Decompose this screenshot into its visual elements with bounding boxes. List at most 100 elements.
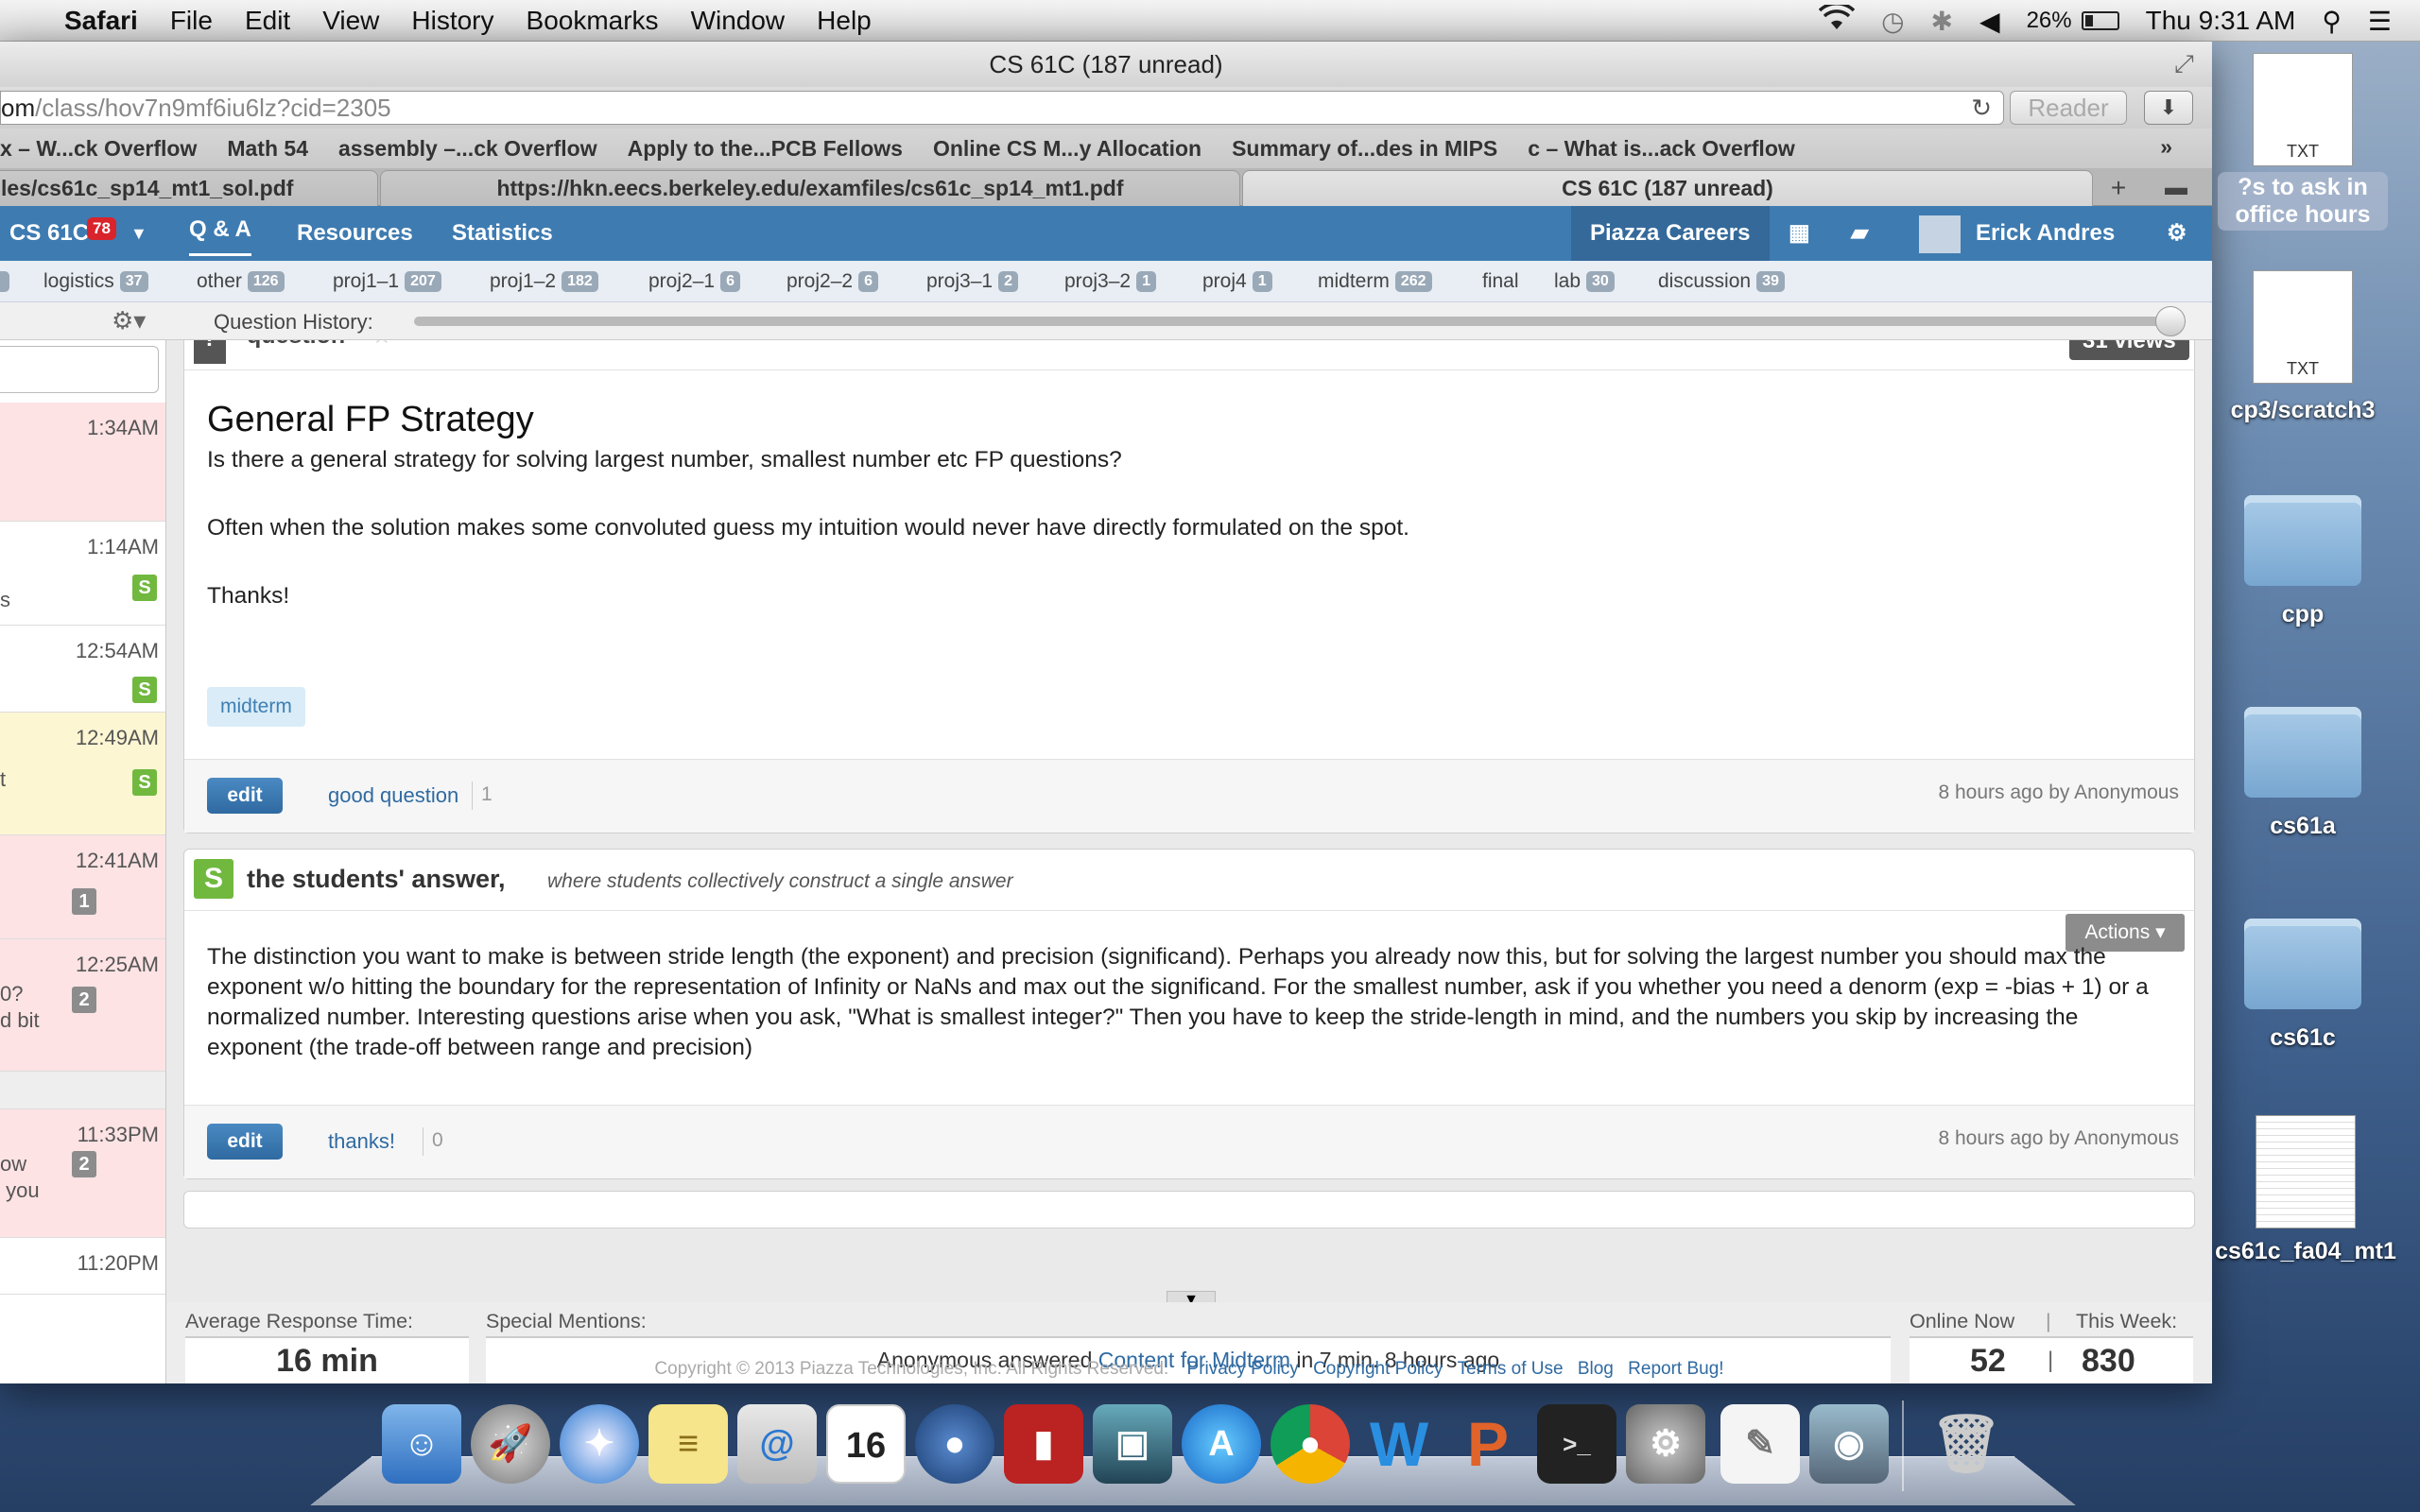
menu-history[interactable]: History <box>411 6 493 36</box>
course-dropdown-icon[interactable]: ▼ <box>130 206 147 261</box>
star-icon[interactable]: ☆ <box>372 340 392 350</box>
filter-final[interactable]: final <box>1482 261 1519 302</box>
facetime-icon[interactable]: ● <box>915 1404 994 1484</box>
chat-icon[interactable]: ▰ <box>1851 206 1868 261</box>
filter-logistics[interactable]: logistics 37 <box>43 261 148 302</box>
notification-center-icon[interactable]: ☰ <box>2368 6 2392 37</box>
photo-booth-icon[interactable]: ▮ <box>1004 1404 1083 1484</box>
good-question-button[interactable]: good question <box>328 783 458 808</box>
trash-icon[interactable]: 🗑 <box>1927 1404 2006 1484</box>
report-bug-link[interactable]: Report Bug! <box>1628 1359 1723 1379</box>
desktop-file-fa04-mt1[interactable]: cs61c_fa04_mt1 <box>2206 1115 2405 1265</box>
tag-midterm[interactable]: midterm <box>207 687 305 727</box>
tab-sol-pdf[interactable]: les/cs61c_sp14_mt1_sol.pdf <box>0 170 378 206</box>
wifi-icon[interactable] <box>1818 1 1856 38</box>
feed-item[interactable]: 12:54AM S <box>0 626 165 713</box>
bookmark-item[interactable]: Online CS M...y Allocation <box>933 136 1201 162</box>
bookmark-item[interactable]: Math 54 <box>227 136 308 162</box>
blog-link[interactable]: Blog <box>1578 1359 1614 1379</box>
nav-statistics[interactable]: Statistics <box>452 206 553 261</box>
bluetooth-icon[interactable]: ✱ <box>1931 6 1953 37</box>
settings-gear-icon[interactable]: ⚙ <box>2167 206 2187 261</box>
question-history-slider-handle[interactable] <box>2155 306 2186 336</box>
tab-exam-pdf[interactable]: https://hkn.eecs.berkeley.edu/examfiles/… <box>380 170 1240 206</box>
feed-item[interactable]: 11:33PM 2 ow you <box>0 1109 165 1238</box>
course-selector[interactable]: CS 61C <box>9 206 89 261</box>
clock[interactable]: Thu 9:31 AM <box>2146 6 2296 36</box>
copyright-policy-link[interactable]: Copyright Policy <box>1313 1359 1443 1379</box>
desktop-folder-cs61c[interactable]: cs61c <box>2218 919 2388 1052</box>
powerpoint-icon[interactable]: P <box>1448 1404 1528 1484</box>
menu-window[interactable]: Window <box>691 6 786 36</box>
feed-settings-gear-icon[interactable]: ⚙▾ <box>112 306 146 335</box>
documents-stack-icon[interactable]: ✎ <box>1720 1404 1800 1484</box>
feed-item[interactable]: 12:25AM 2 0? d bit <box>0 939 165 1072</box>
terminal-icon[interactable]: >_ <box>1537 1404 1616 1484</box>
iphoto-icon[interactable]: ▣ <box>1093 1404 1172 1484</box>
thanks-button[interactable]: thanks! <box>328 1129 395 1154</box>
time-machine-icon[interactable]: ◷ <box>1881 6 1904 37</box>
filter-other[interactable]: other 126 <box>197 261 285 302</box>
chrome-icon[interactable]: ● <box>1270 1404 1350 1484</box>
preview-icon[interactable]: ◉ <box>1809 1404 1889 1484</box>
word-icon[interactable]: W <box>1359 1404 1439 1484</box>
bookmark-item[interactable]: c – What is...ack Overflow <box>1528 136 1795 162</box>
nav-qa[interactable]: Q & A <box>189 206 251 256</box>
volume-icon[interactable]: ◀ <box>1979 6 2000 37</box>
bookmarks-overflow-icon[interactable]: » <box>2160 134 2172 160</box>
filter-proj4[interactable]: proj4 1 <box>1202 261 1272 302</box>
address-bar[interactable]: om/class/hov7n9mf6iu6lz?cid=2305 ↻ <box>0 91 2004 125</box>
contacts-icon[interactable]: @ <box>737 1404 817 1484</box>
calendar-icon[interactable]: ▦ <box>1789 206 1810 261</box>
bookmark-item[interactable]: Summary of...des in MIPS <box>1232 136 1497 162</box>
feed-item[interactable]: 1:34AM <box>0 403 165 522</box>
feed-item[interactable]: 1:14AM S s <box>0 522 165 626</box>
fullscreen-icon[interactable]: ⤢ <box>2174 49 2194 79</box>
filter-proj3-1[interactable]: proj3–1 2 <box>926 261 1018 302</box>
avatar[interactable] <box>1919 215 1961 253</box>
feed-item[interactable]: 11:20PM <box>0 1238 165 1295</box>
launchpad-icon[interactable]: 🚀 <box>471 1404 550 1484</box>
bookmark-item[interactable]: x – W...ck Overflow <box>0 136 197 162</box>
bookmark-item[interactable]: assembly –...ck Overflow <box>338 136 597 162</box>
menu-edit[interactable]: Edit <box>245 6 290 36</box>
user-name[interactable]: Erick Andres <box>1976 206 2115 261</box>
battery-icon[interactable] <box>2081 11 2119 30</box>
filter-partial[interactable] <box>0 261 10 302</box>
terms-link[interactable]: Terms of Use <box>1458 1359 1564 1379</box>
question-edit-button[interactable]: edit <box>207 778 283 814</box>
app-store-icon[interactable]: A <box>1182 1404 1261 1484</box>
filter-proj1-1[interactable]: proj1–1 207 <box>333 261 441 302</box>
finder-icon[interactable]: ☺ <box>382 1404 461 1484</box>
desktop-folder-cs61a[interactable]: cs61a <box>2218 707 2388 840</box>
new-tab-icon[interactable]: + <box>2095 172 2142 204</box>
stickies-icon[interactable]: ≡ <box>648 1404 728 1484</box>
bookmark-item[interactable]: Apply to the...PCB Fellows <box>628 136 903 162</box>
feed-item[interactable]: 12:41AM 1 <box>0 835 165 939</box>
downloads-icon[interactable]: ⬇ <box>2144 91 2193 125</box>
menu-help[interactable]: Help <box>817 6 872 36</box>
filter-proj2-2[interactable]: proj2–2 6 <box>786 261 878 302</box>
menu-bookmarks[interactable]: Bookmarks <box>527 6 659 36</box>
system-preferences-icon[interactable]: ⚙ <box>1626 1404 1705 1484</box>
desktop-file-scratch3[interactable]: TXT cp3/scratch3 <box>2218 270 2388 424</box>
filter-proj2-1[interactable]: proj2–1 6 <box>648 261 740 302</box>
filter-midterm[interactable]: midterm 262 <box>1318 261 1432 302</box>
desktop-file-office-hours[interactable]: TXT ?s to ask in office hours <box>2218 53 2388 231</box>
show-all-tabs-icon[interactable]: ▬ <box>2148 172 2204 204</box>
menu-view[interactable]: View <box>322 6 379 36</box>
filter-proj1-2[interactable]: proj1–2 182 <box>490 261 598 302</box>
menu-file[interactable]: File <box>170 6 213 36</box>
privacy-policy-link[interactable]: Privacy Policy <box>1187 1359 1299 1379</box>
calendar-app-icon[interactable]: 16 <box>826 1404 906 1484</box>
feed-item[interactable]: 12:49AM S t <box>0 713 165 835</box>
answer-edit-button[interactable]: edit <box>207 1124 283 1160</box>
filter-lab[interactable]: lab 30 <box>1554 261 1615 302</box>
nav-resources[interactable]: Resources <box>297 206 413 261</box>
filter-proj3-2[interactable]: proj3–2 1 <box>1064 261 1156 302</box>
spotlight-icon[interactable]: ⚲ <box>2322 6 2342 37</box>
question-history-slider-track[interactable] <box>414 317 2182 326</box>
reader-button[interactable]: Reader <box>2010 91 2127 125</box>
reload-icon[interactable]: ↻ <box>1971 92 1992 124</box>
menu-app-name[interactable]: Safari <box>64 6 138 36</box>
